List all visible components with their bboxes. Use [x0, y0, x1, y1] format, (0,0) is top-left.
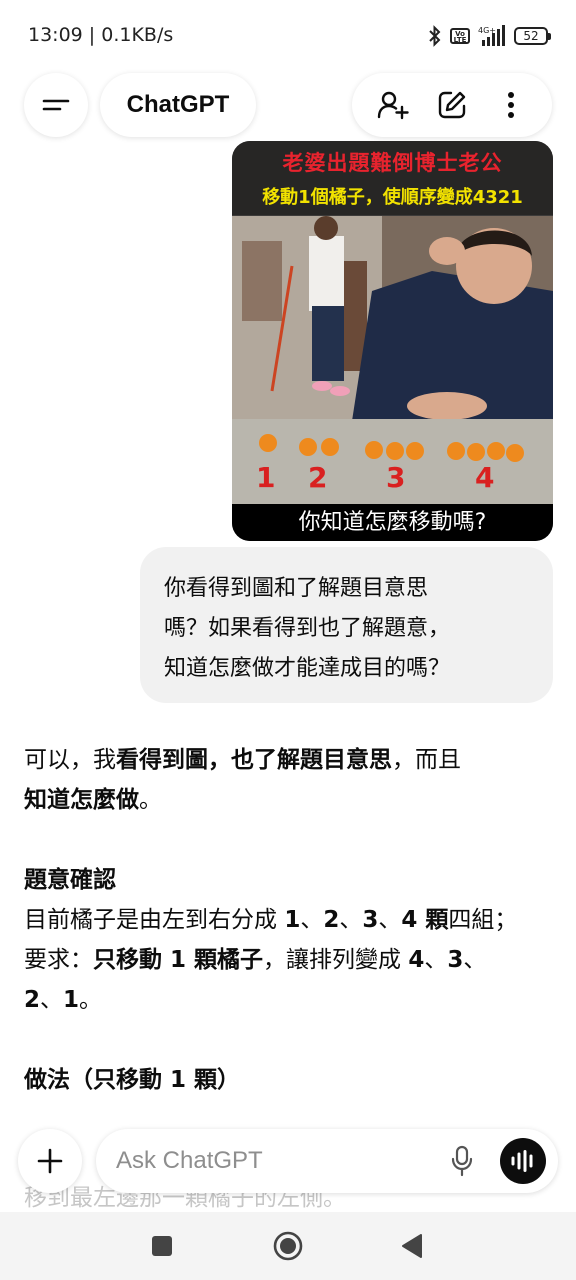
home-button[interactable]: [268, 1226, 308, 1266]
new-chat-button[interactable]: [432, 85, 472, 125]
text-span: 。: [139, 787, 162, 813]
back-triangle-icon: [402, 1234, 422, 1258]
more-vertical-icon: [507, 92, 514, 118]
user-message-line: 你看得到圖和了解題目意思: [164, 576, 429, 601]
assistant-paragraph: 目前橘子是由左到右分成 1、2、3、4 顆四組；: [24, 900, 552, 940]
user-message-bubble: 你看得到圖和了解題目意思 嗎？如果看得到也了解題意， 知道怎麼做才能達成目的嗎？: [140, 547, 553, 703]
text-span: 、: [463, 947, 487, 973]
composer: [96, 1129, 558, 1193]
assistant-message: 可以，我看得到圖，也了解題目意思，而且 知道怎麼做。 題意確認 目前橘子是由左到右…: [24, 740, 552, 1100]
heading-text: 題意確認: [24, 867, 116, 893]
status-icons: Vo LTE 4G+ 52: [428, 22, 551, 50]
bold-text: 知道怎麼做: [24, 787, 139, 813]
heading-text: 做法（只移動 1 顆）: [24, 1067, 241, 1093]
assistant-paragraph: 可以，我看得到圖，也了解題目意思，而且知道怎麼做。: [24, 740, 552, 820]
edit-icon: [438, 91, 466, 119]
add-person-icon: [378, 91, 410, 120]
bold-text: 3: [447, 947, 464, 973]
text-span: ，而且: [392, 747, 461, 773]
text-span: ，讓排列變成: [263, 947, 409, 973]
header-actions: [352, 73, 552, 137]
add-person-button[interactable]: [373, 85, 413, 125]
bold-text: 2: [24, 987, 41, 1013]
microphone-icon: [451, 1145, 473, 1177]
system-nav-bar: [0, 1212, 576, 1280]
bold-text: 4: [408, 947, 425, 973]
image-caption-title: 老婆出題難倒博士老公: [282, 151, 503, 175]
bold-text: 1: [284, 907, 301, 933]
sidebar-menu-button[interactable]: [24, 73, 88, 137]
bluetooth-icon: [429, 25, 441, 47]
square-icon: [152, 1236, 172, 1256]
text-span: 、: [424, 947, 448, 973]
recents-button[interactable]: [142, 1226, 182, 1266]
battery-icon: 52: [514, 27, 551, 45]
image-caption-question: 你知道怎麼移動嗎?: [232, 504, 553, 541]
waveform-icon: [511, 1150, 533, 1172]
bold-text: 2: [323, 907, 340, 933]
bold-text: 看得到圖，也了解題目意思: [116, 747, 392, 773]
status-bar: 13:09 | 0.1KB/s Vo LTE 4G+ 52: [0, 0, 576, 70]
image-label-4: 4: [475, 461, 495, 494]
section-heading: 題意確認: [24, 860, 552, 900]
user-message-line: 嗎？如果看得到也了解題意，: [164, 616, 451, 641]
status-time-speed: 13:09 | 0.1KB/s: [28, 24, 174, 46]
text-span: 、: [339, 907, 363, 933]
menu-icon: [42, 99, 70, 111]
volte-icon: Vo LTE: [450, 28, 470, 44]
attach-button[interactable]: [18, 1129, 82, 1193]
text-span: 。: [79, 987, 103, 1013]
user-image-attachment[interactable]: 老婆出題難倒博士老公 移動1個橘子，使順序變成4321 1 2 3 4 你知道怎…: [232, 141, 553, 541]
voice-mode-button[interactable]: [500, 1138, 546, 1184]
plus-icon: [37, 1148, 63, 1174]
home-circle-icon: [273, 1231, 303, 1261]
image-label-3: 3: [386, 461, 406, 494]
text-span: 要求：: [24, 947, 93, 973]
image-label-1: 1: [256, 461, 276, 494]
bold-text: 4 顆: [401, 907, 449, 933]
assistant-paragraph: 要求：只移動 1 顆橘子，讓排列變成 4、3、 2、1。: [24, 940, 552, 1020]
model-selector[interactable]: ChatGPT: [100, 73, 256, 137]
back-button[interactable]: [392, 1226, 432, 1266]
dictate-button[interactable]: [442, 1141, 482, 1181]
text-span: 目前橘子是由左到右分成: [24, 907, 285, 933]
bold-text: 3: [362, 907, 379, 933]
bold-text: 1: [63, 987, 80, 1013]
app-title: ChatGPT: [126, 91, 230, 118]
text-span: 、: [300, 907, 324, 933]
text-span: 四組；: [448, 907, 518, 933]
image-caption-instruction: 移動1個橘子，使順序變成4321: [262, 187, 523, 208]
text-span: 、: [40, 987, 64, 1013]
text-span: 可以，我: [24, 747, 116, 773]
message-input[interactable]: [116, 1129, 416, 1193]
image-label-2: 2: [308, 461, 328, 494]
text-span: 、: [378, 907, 402, 933]
section-heading: 做法（只移動 1 顆）: [24, 1060, 552, 1100]
bold-text: 只移動 1 顆橘子: [93, 947, 264, 973]
signal-icon: 4G+: [478, 25, 505, 46]
more-options-button[interactable]: [491, 85, 531, 125]
user-message-line: 知道怎麼做才能達成目的嗎？: [164, 656, 451, 681]
